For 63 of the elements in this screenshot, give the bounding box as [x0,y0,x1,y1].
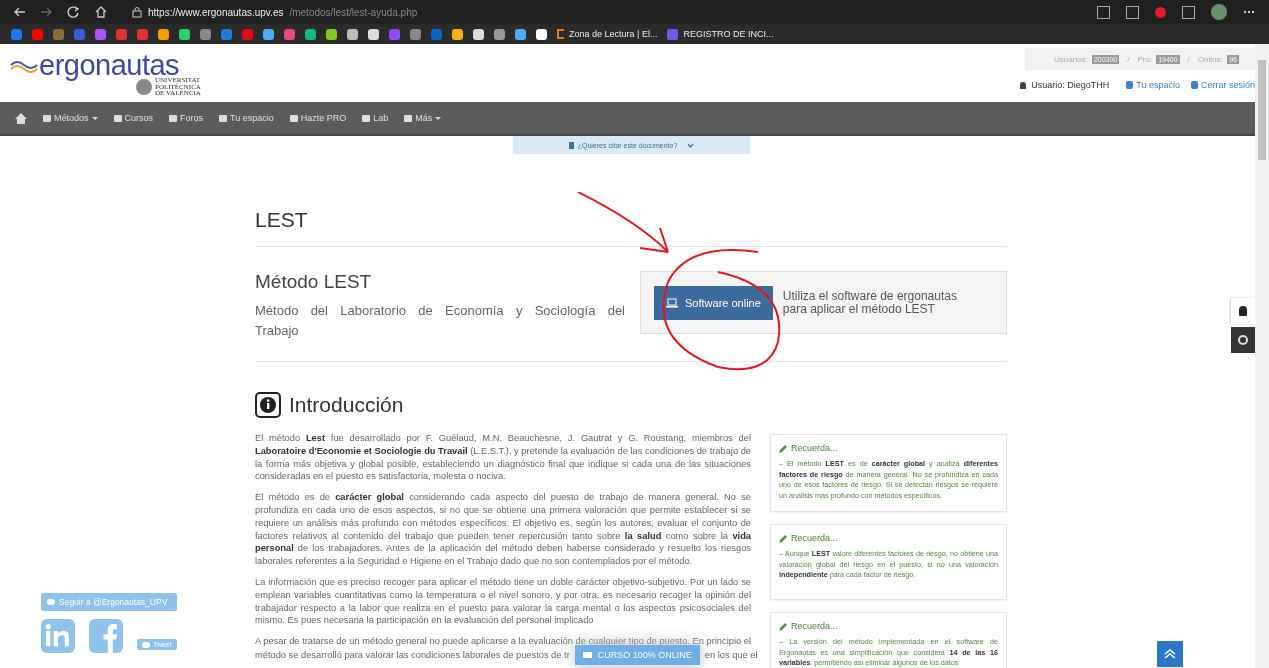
nav-menu-item[interactable]: Más [404,113,442,123]
pencil-icon [779,621,788,631]
user-icon [1020,81,1027,89]
nav-menu-item[interactable]: Tu espacio [219,113,274,123]
address-bar[interactable]: https://www.ergonautas.upv.es /metodos/lest/lest-ayuda.php [132,6,418,18]
double-chevron-up-icon [1164,649,1176,659]
reload-icon[interactable] [66,5,80,19]
bookmark-icon[interactable] [536,28,547,40]
pencil-icon [779,443,788,453]
settings-tab-icon[interactable] [1231,327,1255,353]
card-title: Recuerda... [791,443,838,453]
bookmark-link[interactable]: REGISTRO DE INCI... [667,28,774,40]
bookmark-icon[interactable] [347,28,358,40]
paragraph-fragment: en los que el [704,649,758,660]
pencil-icon [779,533,788,543]
paragraph: La información que es preciso recoger para aplicar el método tiene un doble carácter objetivo-subjetivo. Por un lado se emplean variables cuantitativas como la temperatura o el nivel sonoro, y por otra, es necesario recoger la opinión del trabajador respecto a la labor que realiza en el puesto para valorar la carga mental o los aspectos psicosociales del mismo. Es pues necesaria la participación en la evaluación del personal implicado [255,575,751,628]
bookmark-icon[interactable] [263,28,274,40]
bookmark-icon[interactable] [326,28,337,40]
software-online-button[interactable]: Software online [654,285,773,320]
bookmark-icon[interactable] [452,28,463,40]
extension-icon[interactable] [1155,6,1166,18]
method-title: Método LEST [255,271,373,293]
nav-menu-item[interactable]: Cursos [113,113,154,123]
home-icon[interactable] [15,112,27,124]
monitor-icon [666,297,678,308]
nav-menu-item[interactable]: Lab [362,113,389,123]
info-icon [255,392,281,418]
forward-icon[interactable] [40,7,52,17]
section-heading: Introducción [289,393,404,417]
user-name: Usuario: DiegoTHH [1031,80,1110,90]
paragraph-line: método se desarrolló para valorar las condiciones laborales de puestos de tr [255,649,570,660]
logout-link[interactable]: Cerrar sesión [1190,80,1255,90]
paragraph: El método es de carácter global considerando cada aspecto del puesto de trabajo de manera general. No se profundiza en cada uno de esos aspectos, si no que se obtiene una primera valoración que permite establecer si se requiere un análisis más profundo con métodos específicos. El objetivo es, según los autores, evaluar el conjunto de factores relativos al contenido del trabajo que pueden tener repercusión tanto sobre la salud como sobre la vida personal de los trabajadores. Antes de la aplicación del método deben haberse considerado y resuelto los riesgos laborales referentes a la Seguridad e Higiene en el Trabajo dado que no son contemplados por el método. [255,491,751,568]
card-title: Recuerda... [791,533,838,543]
bookmark-icon[interactable] [368,28,379,40]
nav-menu-item[interactable]: Hazte PRO [289,113,347,123]
page-title: LEST [255,208,1007,247]
back-icon[interactable] [14,7,26,17]
stat-label: Pro: [1137,54,1153,64]
bookmark-icon[interactable] [179,28,190,40]
stat-label: Online: [1197,54,1224,64]
bookmark-link[interactable]: Zona de Lectura | El... [557,29,658,39]
scrollbar[interactable] [1255,44,1269,668]
nav-menu-item[interactable]: Métodos [43,113,98,123]
user-link[interactable]: Tu espacio [1126,80,1180,90]
method-subtitle: Método del Laboratorio de Economía y Sociología del Trabajo [255,302,625,340]
stat-separator: / [1127,54,1130,64]
stat-label: Usuarios: [1054,54,1088,64]
chevron-down-icon[interactable] [687,142,695,148]
card-title: Recuerda... [791,621,838,631]
profile-avatar[interactable] [1211,4,1227,20]
user-tab-icon[interactable] [1231,298,1255,324]
bookmark-icon[interactable] [158,28,169,40]
home-icon[interactable] [94,5,108,19]
more-icon[interactable] [1243,10,1255,14]
software-description: Utiliza el software de ergonautas para aplicar el método LEST [782,289,958,316]
bookmark-icon [568,141,574,149]
stat-separator: / [1187,54,1190,64]
back-to-top-button[interactable] [1157,641,1183,667]
paragraph: El método Lest fue desarrollado por F. Guélaud, M.N. Beauchesne, J. Gautrat y G. Roustang, miembros del Laboratoire d'Economie et Sociologie du Travail (L.E.S.T.), y pretende la evaluación de las condiciones de trabajo de la forma más objetiva y global posible, estableciendo un diagnóstico final que indique si cada una de las situaciones consideradas en el puesto es satisfactoria, molesta o nociva. [255,432,751,484]
bookmark-icon[interactable] [515,28,526,40]
nav-menu-item[interactable]: Foros [169,113,204,123]
bookmark-icon[interactable] [473,28,484,40]
